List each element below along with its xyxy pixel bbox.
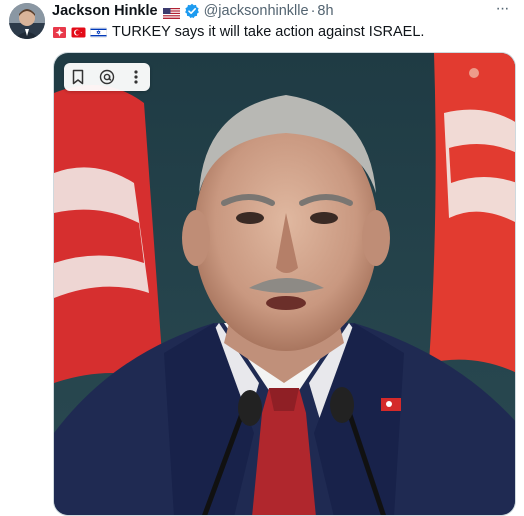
tweet-header: Jackson Hinkle @jacksonhinklle · 8h — [52, 2, 334, 20]
tweet[interactable]: Jackson Hinkle @jacksonhinklle · 8h ··· — [0, 0, 524, 516]
flag-icon — [52, 26, 67, 39]
more-options-button[interactable]: ··· — [492, 0, 512, 20]
more-vertical-icon — [134, 70, 138, 84]
tweet-media-image[interactable] — [53, 52, 516, 516]
media-toolbar — [64, 63, 150, 91]
photo — [54, 53, 515, 515]
turkey-flag-icon — [71, 26, 86, 39]
avatar-image — [9, 3, 45, 39]
tweet-time[interactable]: 8h — [317, 2, 333, 20]
media-more-button[interactable] — [125, 66, 147, 88]
bookmark-icon — [73, 69, 84, 85]
us-flag-icon — [162, 6, 180, 19]
author-name[interactable]: Jackson Hinkle — [52, 2, 158, 20]
tweet-text: TURKEY says it will take action against … — [112, 24, 425, 40]
author-handle[interactable]: @jacksonhinklle — [204, 2, 309, 20]
israel-flag-icon — [90, 26, 107, 39]
tweet-text-row: TURKEY says it will take action against … — [52, 22, 424, 42]
bookmark-button[interactable] — [67, 66, 89, 88]
avatar[interactable] — [9, 3, 45, 39]
mention-button[interactable] — [96, 66, 118, 88]
more-options-icon: ··· — [495, 0, 510, 17]
verified-badge-icon[interactable] — [184, 3, 200, 19]
at-mention-icon — [99, 69, 115, 85]
separator-dot: · — [310, 3, 316, 19]
